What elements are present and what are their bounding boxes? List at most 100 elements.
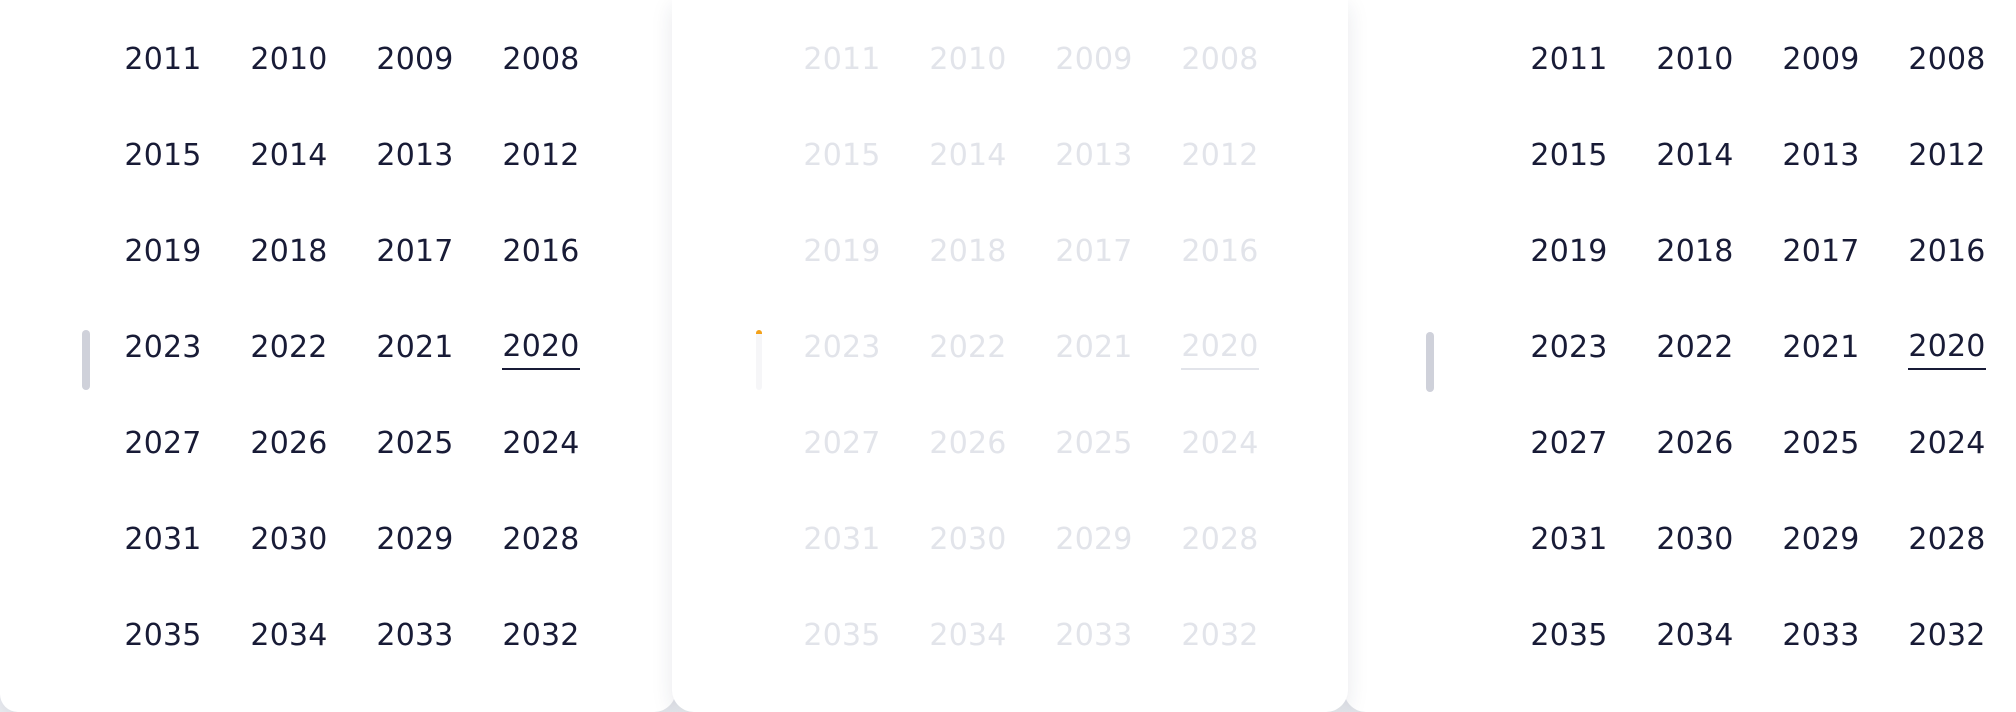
year-label: 2029 (1782, 521, 1860, 557)
year-label: 2014 (929, 137, 1007, 173)
year-cell[interactable]: 2009 (352, 18, 478, 109)
year-label: 2023 (1530, 329, 1608, 365)
year-cell[interactable]: 2033 (1758, 589, 1884, 649)
year-cell[interactable]: 2010 (226, 18, 352, 109)
year-cell-current[interactable]: 2020 (1884, 301, 2010, 397)
year-cell[interactable]: 2032 (478, 589, 604, 649)
year-cell[interactable]: 2034 (226, 589, 352, 649)
year-label: 2018 (929, 233, 1007, 269)
year-label: 2015 (124, 137, 202, 173)
scrollbar-thumb[interactable] (1426, 332, 1434, 392)
year-cell[interactable]: 2016 (478, 205, 604, 301)
year-cell[interactable]: 2026 (226, 397, 352, 493)
year-cell[interactable]: 2016 (1884, 205, 2010, 301)
year-label: 2030 (250, 521, 328, 557)
year-cell: 2010 (905, 18, 1031, 109)
year-label: 2008 (502, 41, 580, 77)
year-cell[interactable]: 2022 (1632, 301, 1758, 397)
year-cell[interactable]: 2031 (1506, 493, 1632, 589)
year-label: 2009 (376, 41, 454, 77)
year-cell: 2013 (1031, 109, 1157, 205)
year-cell[interactable]: 2009 (1758, 18, 1884, 109)
year-cell[interactable]: 2035 (1506, 589, 1632, 649)
year-cell[interactable]: 2017 (352, 205, 478, 301)
year-cell[interactable]: 2035 (100, 589, 226, 649)
year-cell[interactable]: 2025 (352, 397, 478, 493)
year-cell[interactable]: 2021 (352, 301, 478, 397)
year-cell[interactable]: 2018 (226, 205, 352, 301)
year-cell[interactable]: 2019 (100, 205, 226, 301)
year-cell[interactable]: 2017 (1758, 205, 1884, 301)
year-cell[interactable]: 2011 (100, 18, 226, 109)
year-picker-panel: 2007200620052004201120102009200820152014… (0, 0, 676, 712)
year-cell[interactable]: 2031 (100, 493, 226, 589)
year-cell: 2022 (905, 301, 1031, 397)
year-cell[interactable]: 2027 (100, 397, 226, 493)
year-cell[interactable]: 2026 (1632, 397, 1758, 493)
year-cell[interactable]: 2013 (352, 109, 478, 205)
year-cell[interactable]: 2021 (1758, 301, 1884, 397)
year-cell[interactable]: 2029 (1758, 493, 1884, 589)
year-cell[interactable]: 2012 (1884, 109, 2010, 205)
year-label: 2014 (250, 137, 328, 173)
year-cell[interactable]: 2024 (1884, 397, 2010, 493)
year-cell[interactable]: 2030 (226, 493, 352, 589)
year-label: 2027 (1530, 425, 1608, 461)
year-cell: 2021 (1031, 301, 1157, 397)
year-scroll-area[interactable]: 2007200620052004201120102009200820152014… (0, 18, 676, 648)
year-label: 2019 (803, 233, 881, 269)
year-label: 2013 (1055, 137, 1133, 173)
year-cell[interactable]: 2025 (1758, 397, 1884, 493)
year-label: 2021 (1055, 329, 1133, 365)
year-cell[interactable]: 2014 (1632, 109, 1758, 205)
year-cell[interactable]: 2028 (1884, 493, 2010, 589)
year-label: 2012 (1908, 137, 1986, 173)
year-cell[interactable]: 2018 (1632, 205, 1758, 301)
year-cell: 2016 (1157, 205, 1283, 301)
year-cell[interactable]: 2022 (226, 301, 352, 397)
year-cell: 2018 (905, 205, 1031, 301)
scrollbar-thumb[interactable] (82, 330, 90, 390)
year-cell[interactable]: 2030 (1632, 493, 1758, 589)
year-cell[interactable]: 2028 (478, 493, 604, 589)
year-label: 2010 (929, 41, 1007, 77)
year-label: 2029 (376, 521, 454, 557)
year-cell[interactable]: 2034 (1632, 589, 1758, 649)
year-cell[interactable]: 2032 (1884, 589, 2010, 649)
year-cell[interactable]: 2008 (1884, 18, 2010, 109)
year-label: 2015 (1530, 137, 1608, 173)
year-cell[interactable]: 2008 (478, 18, 604, 109)
year-cell: 2027 (779, 397, 905, 493)
year-cell: 2024 (1157, 397, 1283, 493)
year-cell[interactable]: 2024 (478, 397, 604, 493)
year-label: 2016 (1181, 233, 1259, 269)
year-cell: 2031 (779, 493, 905, 589)
year-cell: 2015 (779, 109, 905, 205)
year-cell: 2014 (905, 109, 1031, 205)
year-cell[interactable]: 2011 (1506, 18, 1632, 109)
year-cell-current[interactable]: 2020 (478, 301, 604, 397)
year-label: 2025 (1055, 425, 1133, 461)
year-cell[interactable]: 2012 (478, 109, 604, 205)
year-cell[interactable]: 2029 (352, 493, 478, 589)
year-cell[interactable]: 2014 (226, 109, 352, 205)
year-label: 2012 (1181, 137, 1259, 173)
year-label: 2012 (502, 137, 580, 173)
year-label: 2026 (250, 425, 328, 461)
year-cell[interactable]: 2015 (1506, 109, 1632, 205)
year-label: 2033 (1055, 617, 1133, 649)
year-cell[interactable]: 2023 (1506, 301, 1632, 397)
year-cell[interactable]: 2015 (100, 109, 226, 205)
year-cell[interactable]: 2019 (1506, 205, 1632, 301)
year-cell[interactable]: 2033 (352, 589, 478, 649)
year-scroll-area[interactable]: 2007200620052004201120102009200820152014… (1344, 18, 2016, 648)
year-label: 2019 (1530, 233, 1608, 269)
year-cell[interactable]: 2023 (100, 301, 226, 397)
year-label: 2034 (250, 617, 328, 649)
year-label: 2016 (1908, 233, 1986, 269)
year-label: 2011 (1530, 41, 1608, 77)
year-label: 2035 (1530, 617, 1608, 649)
year-cell[interactable]: 2010 (1632, 18, 1758, 109)
year-cell[interactable]: 2013 (1758, 109, 1884, 205)
year-cell[interactable]: 2027 (1506, 397, 1632, 493)
